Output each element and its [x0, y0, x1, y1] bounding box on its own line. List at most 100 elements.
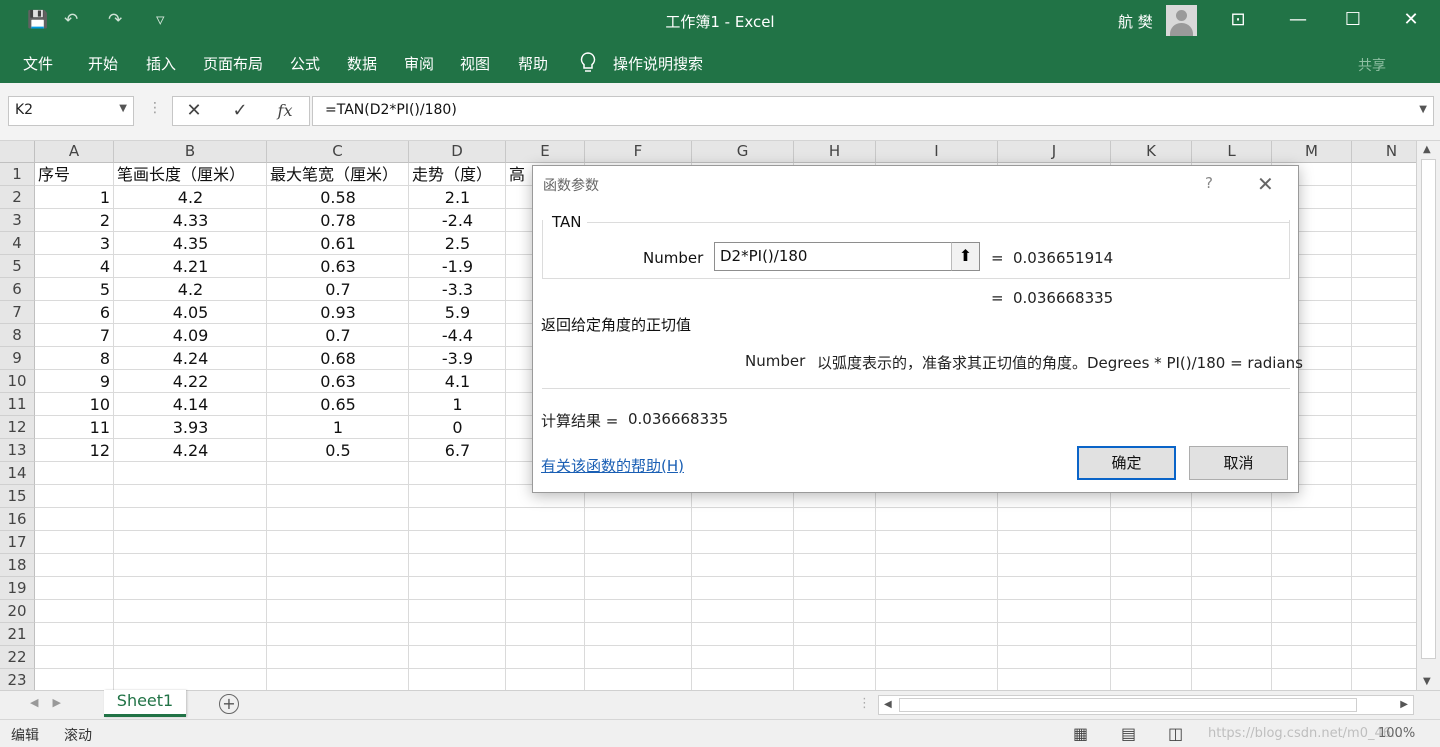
scroll-right-icon[interactable]: ▶: [1400, 699, 1408, 710]
tab-view[interactable]: 视图: [460, 53, 490, 74]
cancel-button[interactable]: 取消: [1189, 446, 1288, 480]
cell[interactable]: 10: [35, 393, 114, 416]
cell[interactable]: 4.24: [114, 439, 267, 462]
cell[interactable]: 11: [35, 416, 114, 439]
tab-data[interactable]: 数据: [347, 53, 377, 74]
tab-page-layout[interactable]: 页面布局: [203, 53, 263, 74]
cell[interactable]: -3.3: [409, 278, 506, 301]
cell[interactable]: 0.5: [267, 439, 409, 462]
cell[interactable]: 4.05: [114, 301, 267, 324]
cell[interactable]: 4: [35, 255, 114, 278]
row-header-18[interactable]: 18: [0, 554, 35, 577]
cell[interactable]: 4.24: [114, 347, 267, 370]
cell[interactable]: 8: [35, 347, 114, 370]
column-header-m[interactable]: M: [1272, 141, 1352, 163]
help-icon[interactable]: ?: [1205, 174, 1213, 192]
row-header-17[interactable]: 17: [0, 531, 35, 554]
tell-me-search[interactable]: 操作说明搜索: [613, 53, 703, 74]
column-header-j[interactable]: J: [998, 141, 1111, 163]
cell[interactable]: -1.9: [409, 255, 506, 278]
row-header-2[interactable]: 2: [0, 186, 35, 209]
avatar[interactable]: [1166, 5, 1197, 36]
tab-home[interactable]: 开始: [88, 53, 118, 74]
page-layout-view-icon[interactable]: ▤: [1121, 724, 1136, 743]
function-help-link[interactable]: 有关该函数的帮助(H): [541, 455, 684, 476]
horizontal-scroll-thumb[interactable]: [899, 698, 1357, 712]
sheet-nav-arrows-icon[interactable]: ◀▶: [30, 696, 75, 709]
number-argument-input[interactable]: D2*PI()/180: [714, 242, 980, 271]
column-header-e[interactable]: E: [506, 141, 585, 163]
cell[interactable]: 12: [35, 439, 114, 462]
cell[interactable]: 5.9: [409, 301, 506, 324]
cell[interactable]: 3: [35, 232, 114, 255]
cell[interactable]: 0.7: [267, 324, 409, 347]
cell[interactable]: 0.93: [267, 301, 409, 324]
cell[interactable]: 2.5: [409, 232, 506, 255]
scroll-left-icon[interactable]: ◀: [884, 699, 892, 710]
cell[interactable]: 9: [35, 370, 114, 393]
collapse-dialog-icon[interactable]: ⬆: [951, 242, 980, 271]
row-header-20[interactable]: 20: [0, 600, 35, 623]
add-sheet-button[interactable]: +: [219, 694, 239, 714]
column-header-h[interactable]: H: [794, 141, 876, 163]
close-button[interactable]: ✕: [1396, 9, 1426, 30]
cell[interactable]: 笔画长度（厘米）: [114, 163, 267, 186]
row-header-8[interactable]: 8: [0, 324, 35, 347]
tab-insert[interactable]: 插入: [146, 53, 176, 74]
cell[interactable]: -2.4: [409, 209, 506, 232]
normal-view-icon[interactable]: ▦: [1073, 724, 1088, 743]
column-header-n[interactable]: N: [1352, 141, 1416, 163]
cell[interactable]: 4.2: [114, 186, 267, 209]
cell[interactable]: 1: [267, 416, 409, 439]
cell[interactable]: 0.61: [267, 232, 409, 255]
cell[interactable]: 4.09: [114, 324, 267, 347]
cell[interactable]: -3.9: [409, 347, 506, 370]
row-header-16[interactable]: 16: [0, 508, 35, 531]
cell[interactable]: 4.2: [114, 278, 267, 301]
cell[interactable]: 1: [409, 393, 506, 416]
row-header-5[interactable]: 5: [0, 255, 35, 278]
column-header-b[interactable]: B: [114, 141, 267, 163]
cell[interactable]: 走势（度）: [409, 163, 506, 186]
tab-review[interactable]: 审阅: [404, 53, 434, 74]
column-header-d[interactable]: D: [409, 141, 506, 163]
splitter-handle[interactable]: ⋮: [858, 696, 871, 711]
name-box[interactable]: K2 ▼: [8, 96, 134, 126]
column-header-k[interactable]: K: [1111, 141, 1192, 163]
cell[interactable]: 最大笔宽（厘米）: [267, 163, 409, 186]
tab-help[interactable]: 帮助: [518, 53, 548, 74]
cell[interactable]: 4.1: [409, 370, 506, 393]
column-header-c[interactable]: C: [267, 141, 409, 163]
chevron-down-icon[interactable]: ▼: [119, 103, 127, 114]
cell[interactable]: 4.35: [114, 232, 267, 255]
cell[interactable]: 5: [35, 278, 114, 301]
minimize-button[interactable]: —: [1283, 9, 1313, 30]
cell[interactable]: 0.58: [267, 186, 409, 209]
cell[interactable]: 0.63: [267, 255, 409, 278]
cell[interactable]: 4.14: [114, 393, 267, 416]
vertical-scrollbar[interactable]: ▲ ▼: [1416, 141, 1440, 690]
cell[interactable]: 1: [35, 186, 114, 209]
column-header-l[interactable]: L: [1192, 141, 1272, 163]
user-name[interactable]: 航 樊: [1118, 11, 1153, 32]
cell[interactable]: 6: [35, 301, 114, 324]
row-header-15[interactable]: 15: [0, 485, 35, 508]
row-header-22[interactable]: 22: [0, 646, 35, 669]
column-header-i[interactable]: I: [876, 141, 998, 163]
page-break-view-icon[interactable]: ◫: [1168, 724, 1183, 743]
row-header-7[interactable]: 7: [0, 301, 35, 324]
row-header-9[interactable]: 9: [0, 347, 35, 370]
row-header-4[interactable]: 4: [0, 232, 35, 255]
cell[interactable]: 4.33: [114, 209, 267, 232]
vertical-scroll-thumb[interactable]: [1421, 159, 1436, 659]
cell[interactable]: 序号: [35, 163, 114, 186]
ok-button[interactable]: 确定: [1077, 446, 1176, 480]
row-header-12[interactable]: 12: [0, 416, 35, 439]
cell[interactable]: 0.65: [267, 393, 409, 416]
cell[interactable]: 0: [409, 416, 506, 439]
row-header-23[interactable]: 23: [0, 669, 35, 690]
cell[interactable]: 0.68: [267, 347, 409, 370]
zoom-level[interactable]: 100%: [1378, 726, 1415, 741]
tab-formulas[interactable]: 公式: [290, 53, 320, 74]
cell[interactable]: 0.7: [267, 278, 409, 301]
